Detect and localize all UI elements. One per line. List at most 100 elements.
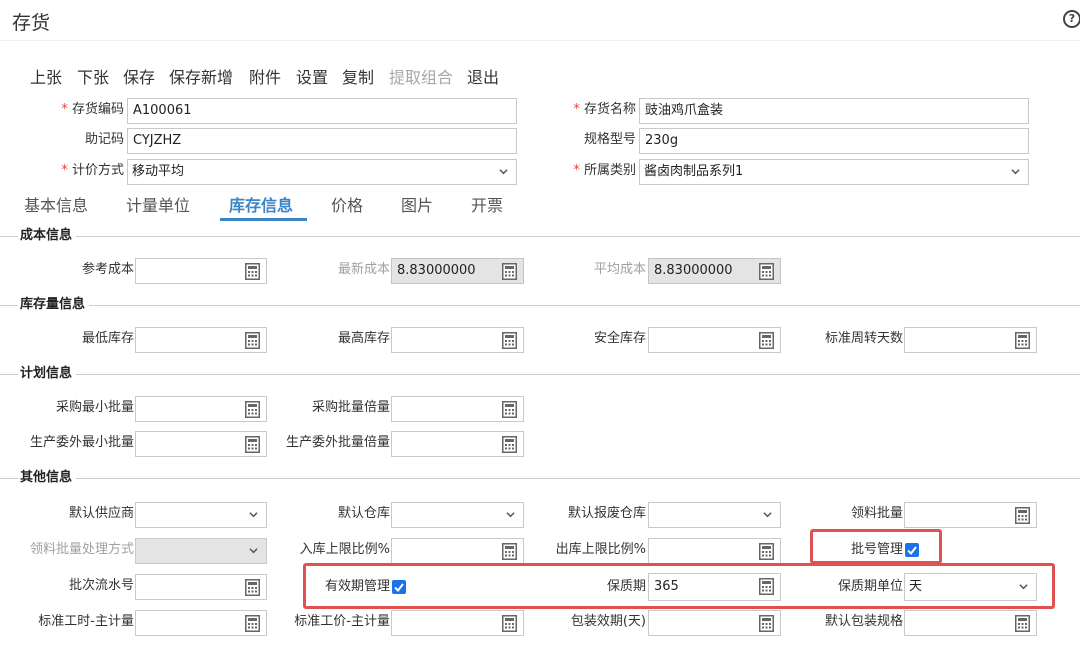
default-warehouse-label: 默认仓库 (337, 506, 390, 521)
mnemonic-label: 助记码 (84, 132, 124, 147)
tab-units[interactable]: 计量单位 (126, 192, 190, 216)
pricing-method-value: 移动平均 (132, 164, 185, 179)
mnemonic-field[interactable]: CYJZHZ (127, 128, 517, 154)
calculator-icon (502, 263, 517, 280)
shelf-life-field[interactable]: 365 (648, 573, 781, 601)
category-value: 酱卤肉制品系列1 (644, 164, 744, 179)
calculator-icon (759, 263, 774, 280)
avg-cost-value: 8.83000000 (654, 263, 733, 278)
outsource-min-field[interactable] (135, 431, 267, 457)
section-divider (0, 305, 1080, 306)
pack-validity-field[interactable] (648, 610, 781, 636)
inventory-name-field[interactable]: 豉油鸡爪盒装 (639, 98, 1029, 124)
calculator-icon[interactable] (759, 578, 774, 595)
exit-button[interactable]: 退出 (467, 64, 499, 88)
turnover-days-field[interactable] (904, 327, 1037, 353)
batch-mgmt-checkbox[interactable] (905, 543, 919, 557)
turnover-days-label: 标准周转天数 (824, 331, 903, 346)
calculator-icon[interactable] (245, 615, 260, 632)
tab-basic-info[interactable]: 基本信息 (24, 192, 88, 216)
calculator-icon[interactable] (502, 615, 517, 632)
ref-cost-field[interactable] (135, 258, 267, 284)
inventory-code-label: * 存货编码 (61, 102, 124, 117)
calculator-icon[interactable] (759, 615, 774, 632)
help-icon[interactable]: ? (1063, 10, 1080, 28)
other-section-title: 其他信息 (18, 470, 77, 486)
tab-price[interactable]: 价格 (331, 192, 363, 216)
spec-field[interactable]: 230g (639, 128, 1029, 154)
std-price-field[interactable] (391, 610, 524, 636)
next-button[interactable]: 下张 (77, 64, 109, 88)
chevron-down-icon (249, 546, 258, 555)
material-batch-field[interactable] (904, 502, 1037, 528)
calculator-icon[interactable] (502, 436, 517, 453)
calculator-icon[interactable] (1015, 507, 1030, 524)
calculator-icon[interactable] (245, 401, 260, 418)
chevron-down-icon (499, 167, 508, 176)
save-button[interactable]: 保存 (123, 64, 155, 88)
default-pack-field[interactable] (904, 610, 1037, 636)
settings-button[interactable]: 设置 (296, 64, 328, 88)
calculator-icon[interactable] (245, 263, 260, 280)
calculator-icon[interactable] (759, 332, 774, 349)
safety-stock-field[interactable] (648, 327, 781, 353)
calculator-icon[interactable] (759, 543, 774, 560)
outsource-min-label: 生产委外最小批量 (29, 435, 134, 450)
copy-button[interactable]: 复制 (342, 64, 374, 88)
checkmark-icon (905, 543, 919, 557)
chevron-down-icon (1019, 582, 1028, 591)
inventory-code-field[interactable]: A100061 (127, 98, 517, 124)
calculator-icon[interactable] (1015, 332, 1030, 349)
std-hours-field[interactable] (135, 610, 267, 636)
outbound-limit-field[interactable] (648, 538, 781, 564)
purchase-multiple-label: 采购批量倍量 (311, 400, 390, 415)
chevron-down-icon (249, 510, 258, 519)
safety-stock-label: 安全库存 (593, 331, 646, 346)
purchase-multiple-field[interactable] (391, 396, 524, 422)
inbound-limit-field[interactable] (391, 538, 524, 564)
calculator-icon[interactable] (245, 579, 260, 596)
calculator-icon[interactable] (502, 401, 517, 418)
calculator-icon[interactable] (1015, 615, 1030, 632)
category-select[interactable]: 酱卤肉制品系列1 (639, 159, 1029, 185)
calculator-icon[interactable] (245, 332, 260, 349)
outsource-multiple-label: 生产委外批量倍量 (285, 435, 390, 450)
stock-section-title: 库存量信息 (18, 297, 90, 313)
max-stock-field[interactable] (391, 327, 524, 353)
calculator-icon[interactable] (502, 332, 517, 349)
calculator-icon[interactable] (245, 436, 260, 453)
page-title: 存货 (12, 12, 51, 34)
section-divider (0, 478, 1080, 479)
tab-images[interactable]: 图片 (401, 192, 433, 216)
extract-combination-button[interactable]: 提取组合 (389, 64, 453, 88)
shelf-life-unit-label: 保质期单位 (837, 579, 903, 594)
default-scrap-warehouse-select[interactable] (648, 502, 781, 528)
batch-serial-field[interactable] (135, 574, 267, 600)
attachment-button[interactable]: 附件 (249, 64, 281, 88)
checkmark-icon (392, 580, 406, 594)
default-scrap-warehouse-label: 默认报废仓库 (567, 506, 646, 521)
expiry-mgmt-checkbox[interactable] (392, 580, 406, 594)
tab-invoice[interactable]: 开票 (471, 192, 503, 216)
purchase-min-field[interactable] (135, 396, 267, 422)
min-stock-label: 最低库存 (81, 331, 134, 346)
batch-mgmt-label: 批号管理 (850, 542, 903, 557)
pricing-method-select[interactable]: 移动平均 (127, 159, 517, 185)
min-stock-field[interactable] (135, 327, 267, 353)
plan-section-title: 计划信息 (18, 366, 77, 382)
tab-inventory-info[interactable]: 库存信息 (229, 192, 293, 216)
outsource-multiple-field[interactable] (391, 431, 524, 457)
inbound-limit-label: 入库上限比例% (299, 542, 390, 557)
prev-button[interactable]: 上张 (30, 64, 62, 88)
save-new-button[interactable]: 保存新增 (169, 64, 233, 88)
outbound-limit-label: 出库上限比例% (555, 542, 646, 557)
default-supplier-select[interactable] (135, 502, 267, 528)
shelf-life-unit-value: 天 (909, 579, 923, 594)
std-price-label: 标准工价-主计量 (294, 614, 390, 629)
chevron-down-icon (1011, 167, 1020, 176)
shelf-life-unit-select[interactable]: 天 (904, 573, 1037, 601)
calculator-icon[interactable] (502, 543, 517, 560)
expiry-mgmt-label: 有效期管理 (324, 579, 390, 594)
pack-validity-label: 包装效期(天) (570, 614, 646, 629)
default-warehouse-select[interactable] (391, 502, 524, 528)
